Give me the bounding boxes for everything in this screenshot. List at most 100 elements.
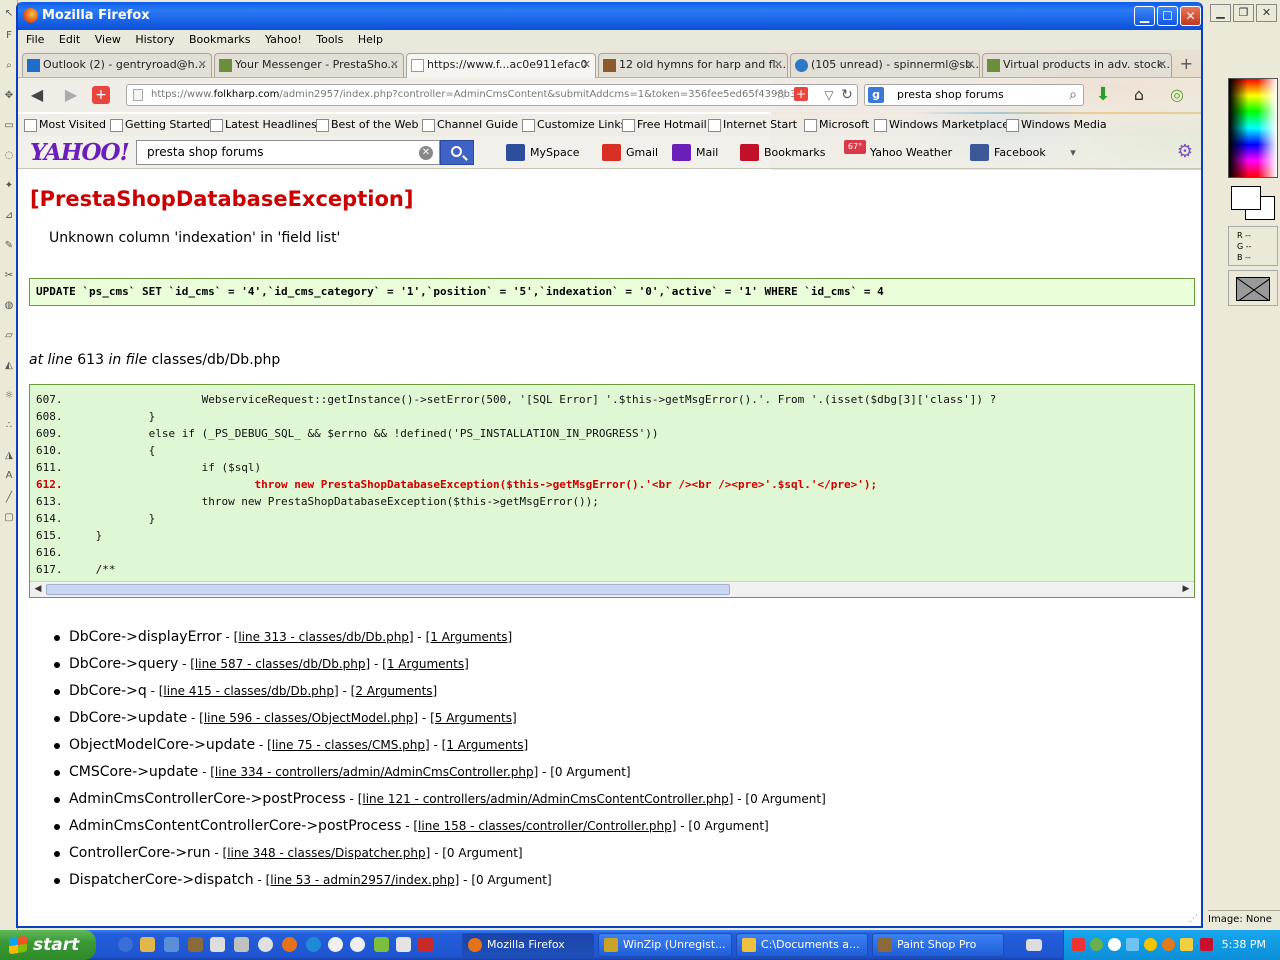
bookmark-star-icon[interactable]: ☆ [770, 84, 792, 106]
text-tool-icon[interactable]: A [3, 470, 15, 482]
menu-edit[interactable]: Edit [59, 33, 80, 46]
trace-arguments-link[interactable]: [2 Arguments] [351, 684, 438, 698]
task-paint-shop-pro[interactable]: Paint Shop Pro [872, 933, 1004, 957]
psp-minimize-button[interactable]: ▁ [1210, 4, 1231, 22]
horizontal-scrollbar[interactable]: ◀ ▶ [30, 581, 1194, 597]
move-tool-icon[interactable]: ✥ [3, 90, 15, 102]
trace-location-link[interactable]: [line 348 - classes/Dispatcher.php] [223, 846, 431, 860]
app-tray-icon[interactable] [1200, 938, 1213, 951]
lasso-tool-icon[interactable]: ◌ [3, 150, 15, 162]
menu-view[interactable]: View [95, 33, 121, 46]
menu-help[interactable]: Help [358, 33, 383, 46]
trace-location-link[interactable]: [line 158 - classes/controller/Controlle… [413, 819, 676, 833]
start-button[interactable]: start [0, 930, 96, 960]
trace-location-link[interactable]: [line 587 - classes/db/Db.php] [190, 657, 370, 671]
shield-tray-icon[interactable] [1180, 938, 1193, 951]
quicklaunch-network-icon[interactable] [164, 937, 179, 952]
scroll-left-icon[interactable]: ◀ [31, 583, 45, 596]
picture-tube-icon[interactable]: ☼ [3, 390, 15, 402]
clone-tool-icon[interactable]: ✂ [3, 270, 15, 282]
bookmark-windows-media[interactable]: Windows Media [1006, 114, 1107, 136]
scroll-right-icon[interactable]: ▶ [1179, 583, 1193, 596]
shape-tool-icon[interactable]: ▢ [3, 512, 15, 524]
close-button[interactable]: ✕ [1180, 6, 1201, 26]
clear-icon[interactable]: ✕ [419, 146, 433, 160]
bookmark-windows-marketplace[interactable]: Windows Marketplace [874, 114, 1009, 136]
quicklaunch-folder-icon[interactable] [140, 937, 155, 952]
yahoo-item-facebook[interactable]: Facebook [970, 136, 1046, 169]
quicklaunch-ie-icon[interactable] [306, 937, 321, 952]
cloud-tray-icon[interactable] [1108, 938, 1121, 951]
addon-icon[interactable]: ◎ [1166, 84, 1188, 106]
yahoo-search-input[interactable]: presta shop forums ✕ [136, 140, 440, 165]
new-tab-button[interactable]: + [1180, 54, 1193, 74]
flood-tool-icon[interactable]: ◮ [3, 450, 15, 462]
menu-yahoo[interactable]: Yahoo! [265, 33, 302, 46]
maximize-button[interactable]: ☐ [1157, 6, 1178, 26]
zoom-tool-icon[interactable]: ⌕ [3, 60, 15, 72]
security-tray-icon[interactable] [1144, 938, 1157, 951]
menu-history[interactable]: History [135, 33, 174, 46]
url-bar[interactable]: https://www.folkharp.com/admin2957/index… [126, 84, 858, 106]
trace-arguments-link[interactable]: [1 Arguments] [382, 657, 469, 671]
yahoo-item-weather[interactable]: 67° Yahoo Weather [844, 136, 952, 169]
title-bar[interactable]: Mozilla Firefox ▁ ☐ ✕ [18, 2, 1201, 30]
scrollbar-thumb[interactable] [46, 584, 730, 595]
back-button[interactable]: ◀ [26, 84, 48, 106]
quicklaunch-clock-icon[interactable] [258, 937, 273, 952]
quicklaunch-chrome-icon[interactable] [350, 937, 365, 952]
trace-location-link[interactable]: [line 313 - classes/db/Db.php] [234, 630, 414, 644]
update-tray-icon[interactable] [1162, 938, 1175, 951]
quicklaunch-misc-icon[interactable] [396, 937, 411, 952]
tab-close-icon[interactable]: ✕ [198, 54, 207, 76]
trace-location-link[interactable]: [line 75 - classes/CMS.php] [267, 738, 430, 752]
tab-hymns[interactable]: 12 old hymns for harp and fl... ✕ [598, 53, 788, 77]
forward-button[interactable]: ▶ [60, 84, 82, 106]
resize-grip-icon[interactable]: ⋰ [1189, 914, 1199, 924]
download-icon[interactable]: ⬇ [1092, 84, 1114, 106]
search-icon[interactable]: ⌕ [1069, 85, 1077, 105]
bookmark-getting-started[interactable]: Getting Started [110, 114, 210, 136]
network-tray-icon[interactable] [1090, 938, 1103, 951]
line-tool-icon[interactable]: ╱ [3, 492, 15, 504]
menu-tools[interactable]: Tools [316, 33, 343, 46]
quicklaunch-app-icon[interactable] [118, 937, 133, 952]
search-bar[interactable]: g presta shop forums ⌕ [864, 84, 1084, 106]
bookmark-channel-guide[interactable]: Channel Guide [422, 114, 518, 136]
tab-att-mail[interactable]: (105 unread) - spinnerml@sb... ✕ [790, 53, 980, 77]
task-winzip[interactable]: WinZip (Unregist... [598, 933, 732, 957]
select-tool-icon[interactable]: ▭ [3, 120, 15, 132]
tab-close-icon[interactable]: ✕ [1158, 54, 1167, 76]
brush-tool-icon[interactable]: ✎ [3, 240, 15, 252]
yahoo-item-mail[interactable]: Mail [672, 136, 718, 169]
yahoo-logo[interactable]: YAHOO! [30, 139, 130, 166]
quicklaunch-doc-icon[interactable] [234, 937, 249, 952]
tab-close-icon[interactable]: ✕ [774, 54, 783, 76]
task-explorer[interactable]: C:\Documents a... [736, 933, 868, 957]
yahoo-item-gmail[interactable]: Gmail [602, 136, 658, 169]
addon-plus-icon[interactable]: + [92, 86, 110, 104]
trace-arguments-link[interactable]: [1 Arguments] [442, 738, 529, 752]
task-firefox[interactable]: Mozilla Firefox [462, 933, 594, 957]
tab-messenger[interactable]: Your Messenger - PrestaSho... ✕ [214, 53, 404, 77]
reload-icon[interactable]: ↻ [836, 84, 858, 106]
addon-plus-icon[interactable]: + [794, 87, 808, 101]
yahoo-item-bookmarks[interactable]: Bookmarks [740, 136, 825, 169]
gear-icon[interactable]: ⚙ [1174, 141, 1196, 163]
quicklaunch-notes-icon[interactable] [374, 937, 389, 952]
color-palette[interactable] [1228, 78, 1278, 178]
fill-tool-icon[interactable]: ◭ [3, 360, 15, 372]
eraser-tool-icon[interactable]: ▱ [3, 330, 15, 342]
tab-virtual-products[interactable]: Virtual products in adv. stock... ✕ [982, 53, 1172, 77]
minimize-button[interactable]: ▁ [1134, 6, 1155, 26]
psp-close-button[interactable]: ✕ [1256, 4, 1277, 22]
retouch-tool-icon[interactable]: ◍ [3, 300, 15, 312]
keyboard-icon[interactable] [1026, 939, 1042, 951]
menu-file[interactable]: File [26, 33, 44, 46]
quicklaunch-media-icon[interactable] [328, 937, 343, 952]
quicklaunch-calc-icon[interactable] [210, 937, 225, 952]
tab-folkharp-admin[interactable]: https://www.f...ac0e911efac0 ✕ [406, 53, 596, 78]
trace-location-link[interactable]: [line 415 - classes/db/Db.php] [159, 684, 339, 698]
yahoo-item-myspace[interactable]: MySpace [506, 136, 580, 169]
menu-bookmarks[interactable]: Bookmarks [189, 33, 250, 46]
